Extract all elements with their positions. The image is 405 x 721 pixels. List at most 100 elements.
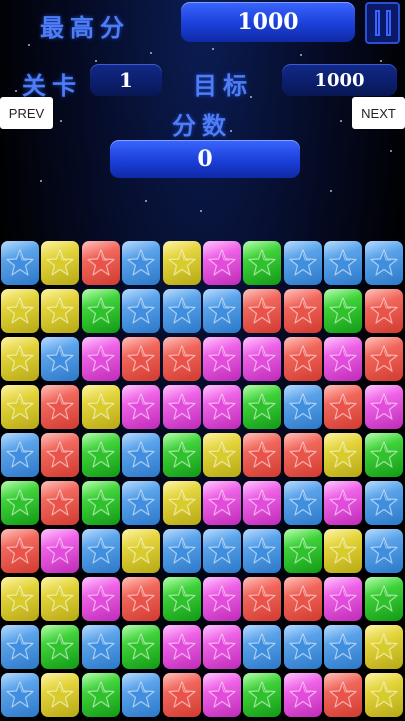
yellow-star-tile[interactable] bbox=[203, 433, 241, 477]
blue-star-tile[interactable] bbox=[364, 529, 403, 573]
yellow-star-tile[interactable] bbox=[41, 673, 80, 717]
yellow-star-tile[interactable] bbox=[364, 625, 403, 669]
yellow-star-tile[interactable] bbox=[162, 481, 201, 525]
blue-star-tile[interactable] bbox=[283, 241, 322, 285]
red-star-tile[interactable] bbox=[243, 577, 282, 621]
yellow-star-tile[interactable] bbox=[122, 529, 161, 573]
yellow-star-tile[interactable] bbox=[41, 577, 80, 621]
red-star-tile[interactable] bbox=[1, 529, 39, 573]
pink-star-tile[interactable] bbox=[324, 481, 363, 525]
blue-star-tile[interactable] bbox=[162, 289, 201, 333]
red-star-tile[interactable] bbox=[324, 385, 363, 429]
pink-star-tile[interactable] bbox=[81, 577, 120, 621]
green-star-tile[interactable] bbox=[243, 673, 282, 717]
green-star-tile[interactable] bbox=[81, 673, 120, 717]
yellow-star-tile[interactable] bbox=[41, 289, 80, 333]
blue-star-tile[interactable] bbox=[122, 289, 161, 333]
pink-star-tile[interactable] bbox=[203, 673, 241, 717]
green-star-tile[interactable] bbox=[283, 529, 322, 573]
red-star-tile[interactable] bbox=[122, 337, 161, 381]
prev-button[interactable]: PREV bbox=[0, 97, 53, 129]
yellow-star-tile[interactable] bbox=[364, 673, 403, 717]
green-star-tile[interactable] bbox=[81, 433, 120, 477]
green-star-tile[interactable] bbox=[81, 481, 120, 525]
blue-star-tile[interactable] bbox=[122, 673, 161, 717]
next-button[interactable]: NEXT bbox=[352, 97, 405, 129]
green-star-tile[interactable] bbox=[243, 241, 282, 285]
blue-star-tile[interactable] bbox=[162, 529, 201, 573]
yellow-star-tile[interactable] bbox=[1, 385, 39, 429]
red-star-tile[interactable] bbox=[162, 337, 201, 381]
pink-star-tile[interactable] bbox=[203, 337, 241, 381]
green-star-tile[interactable] bbox=[41, 625, 80, 669]
pink-star-tile[interactable] bbox=[324, 337, 363, 381]
blue-star-tile[interactable] bbox=[41, 337, 80, 381]
blue-star-tile[interactable] bbox=[324, 241, 363, 285]
green-star-tile[interactable] bbox=[243, 385, 282, 429]
red-star-tile[interactable] bbox=[283, 577, 322, 621]
pink-star-tile[interactable] bbox=[324, 577, 363, 621]
red-star-tile[interactable] bbox=[283, 289, 322, 333]
red-star-tile[interactable] bbox=[162, 673, 201, 717]
red-star-tile[interactable] bbox=[41, 385, 80, 429]
yellow-star-tile[interactable] bbox=[324, 433, 363, 477]
green-star-tile[interactable] bbox=[122, 625, 161, 669]
green-star-tile[interactable] bbox=[162, 577, 201, 621]
blue-star-tile[interactable] bbox=[1, 433, 39, 477]
yellow-star-tile[interactable] bbox=[1, 337, 39, 381]
green-star-tile[interactable] bbox=[1, 481, 39, 525]
pink-star-tile[interactable] bbox=[162, 625, 201, 669]
blue-star-tile[interactable] bbox=[203, 529, 241, 573]
green-star-tile[interactable] bbox=[324, 289, 363, 333]
pink-star-tile[interactable] bbox=[364, 385, 403, 429]
pink-star-tile[interactable] bbox=[162, 385, 201, 429]
red-star-tile[interactable] bbox=[81, 241, 120, 285]
yellow-star-tile[interactable] bbox=[1, 577, 39, 621]
blue-star-tile[interactable] bbox=[243, 625, 282, 669]
green-star-tile[interactable] bbox=[81, 289, 120, 333]
red-star-tile[interactable] bbox=[364, 337, 403, 381]
red-star-tile[interactable] bbox=[243, 289, 282, 333]
blue-star-tile[interactable] bbox=[1, 673, 39, 717]
blue-star-tile[interactable] bbox=[81, 529, 120, 573]
pink-star-tile[interactable] bbox=[243, 481, 282, 525]
yellow-star-tile[interactable] bbox=[41, 241, 80, 285]
red-star-tile[interactable] bbox=[283, 433, 322, 477]
pink-star-tile[interactable] bbox=[203, 241, 241, 285]
pink-star-tile[interactable] bbox=[283, 673, 322, 717]
yellow-star-tile[interactable] bbox=[81, 385, 120, 429]
red-star-tile[interactable] bbox=[364, 289, 403, 333]
blue-star-tile[interactable] bbox=[122, 481, 161, 525]
blue-star-tile[interactable] bbox=[364, 241, 403, 285]
pink-star-tile[interactable] bbox=[203, 385, 241, 429]
blue-star-tile[interactable] bbox=[122, 241, 161, 285]
red-star-tile[interactable] bbox=[41, 433, 80, 477]
blue-star-tile[interactable] bbox=[364, 481, 403, 525]
red-star-tile[interactable] bbox=[243, 433, 282, 477]
blue-star-tile[interactable] bbox=[243, 529, 282, 573]
green-star-tile[interactable] bbox=[162, 433, 201, 477]
pink-star-tile[interactable] bbox=[203, 577, 241, 621]
pink-star-tile[interactable] bbox=[41, 529, 80, 573]
blue-star-tile[interactable] bbox=[203, 289, 241, 333]
green-star-tile[interactable] bbox=[364, 433, 403, 477]
yellow-star-tile[interactable] bbox=[162, 241, 201, 285]
red-star-tile[interactable] bbox=[122, 577, 161, 621]
yellow-star-tile[interactable] bbox=[324, 529, 363, 573]
red-star-tile[interactable] bbox=[41, 481, 80, 525]
blue-star-tile[interactable] bbox=[122, 433, 161, 477]
pause-button[interactable] bbox=[365, 2, 400, 44]
green-star-tile[interactable] bbox=[364, 577, 403, 621]
pink-star-tile[interactable] bbox=[81, 337, 120, 381]
blue-star-tile[interactable] bbox=[283, 625, 322, 669]
blue-star-tile[interactable] bbox=[1, 625, 39, 669]
pink-star-tile[interactable] bbox=[122, 385, 161, 429]
blue-star-tile[interactable] bbox=[1, 241, 39, 285]
red-star-tile[interactable] bbox=[324, 673, 363, 717]
yellow-star-tile[interactable] bbox=[1, 289, 39, 333]
red-star-tile[interactable] bbox=[283, 337, 322, 381]
pink-star-tile[interactable] bbox=[243, 337, 282, 381]
blue-star-tile[interactable] bbox=[283, 385, 322, 429]
pink-star-tile[interactable] bbox=[203, 481, 241, 525]
blue-star-tile[interactable] bbox=[283, 481, 322, 525]
